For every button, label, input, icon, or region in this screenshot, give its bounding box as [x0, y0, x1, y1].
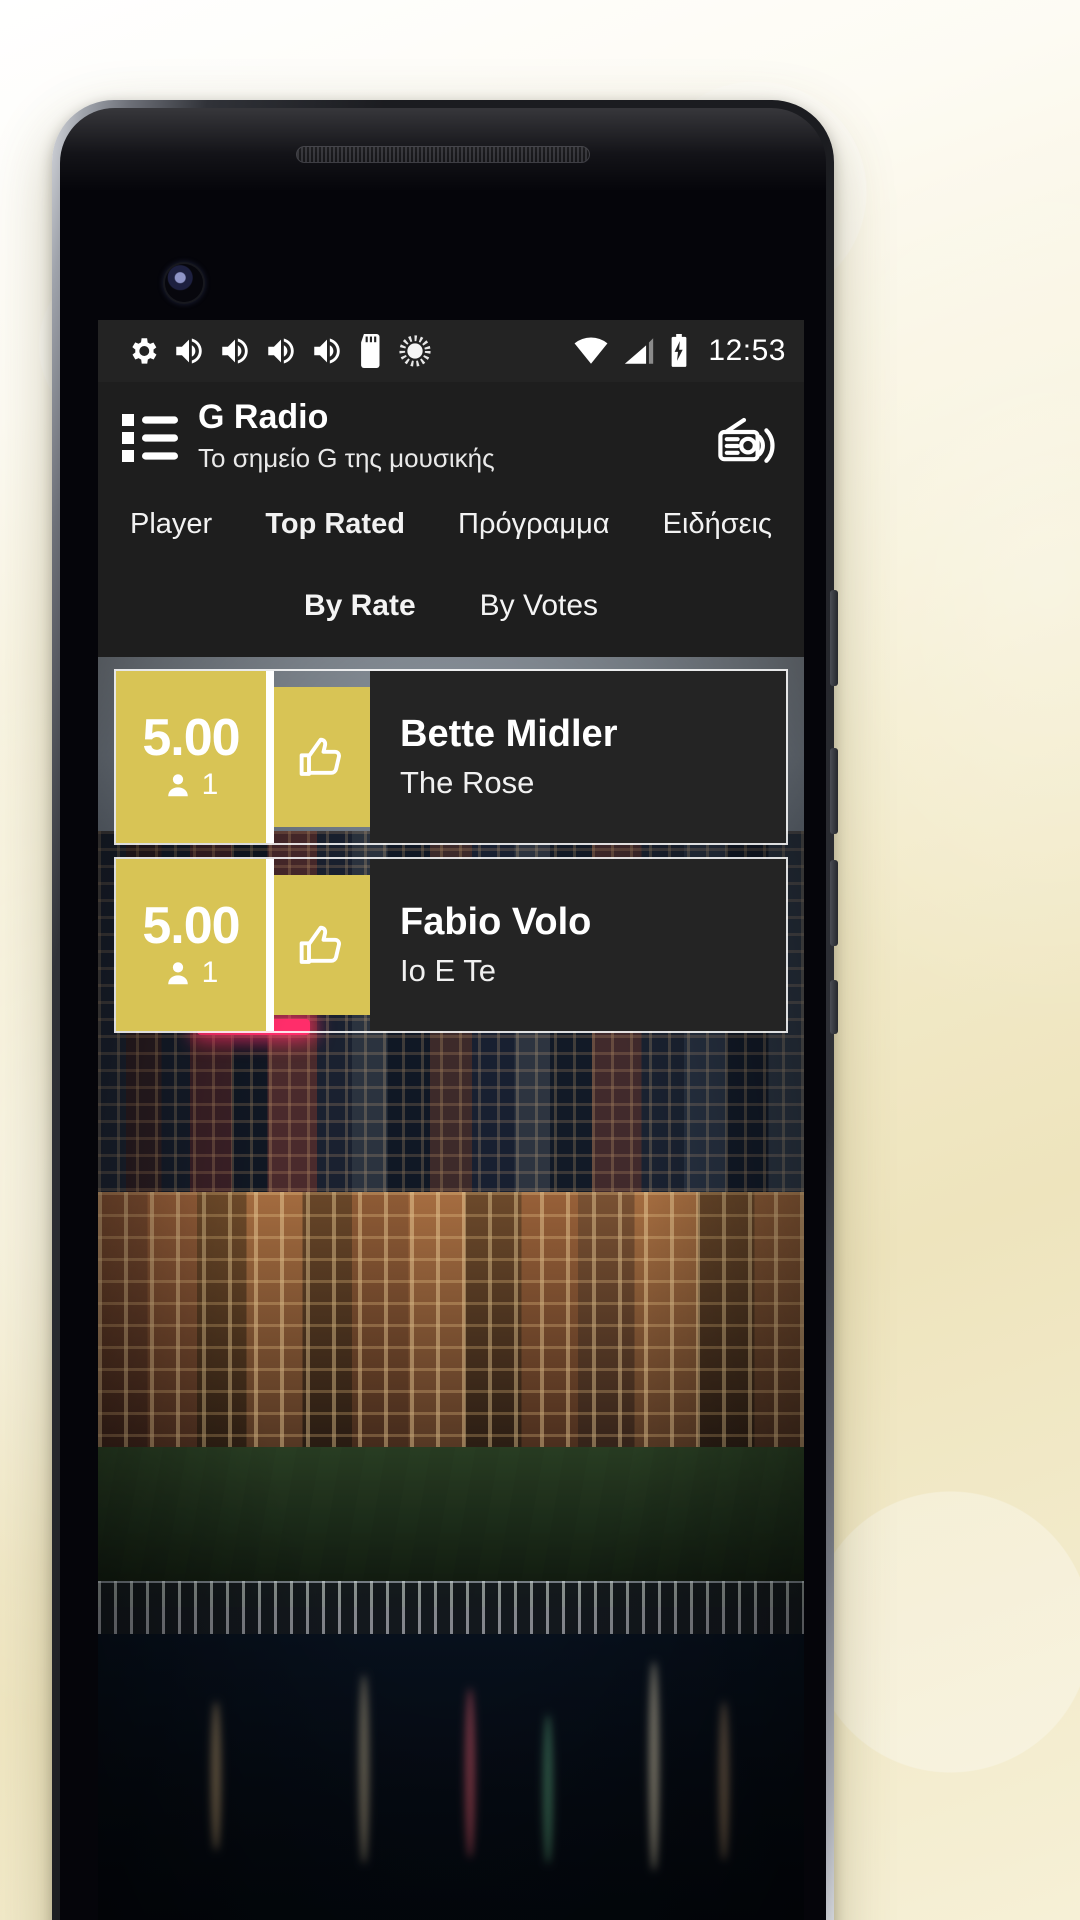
thumbs-up-icon [299, 925, 341, 965]
person-icon [167, 962, 188, 985]
list-item[interactable]: 5.00 1 [114, 857, 788, 1034]
app-title-block: G Radio Το σημείο G της μουσικής [180, 398, 716, 474]
sd-card-icon [361, 334, 380, 368]
phone-screen: 12:53 G Radio Το σημείο G της μουσικής P… [98, 320, 804, 1920]
app-title: G Radio [198, 398, 329, 436]
status-bar: 12:53 [98, 320, 804, 382]
phone-bezel: 12:53 G Radio Το σημείο G της μουσικής P… [60, 108, 826, 1920]
list-menu-icon [122, 414, 178, 462]
score-value: 5.00 [142, 897, 240, 956]
status-bar-clock: 12:53 [708, 334, 786, 367]
score-box: 5.00 1 [116, 671, 266, 844]
status-bar-left-icons [126, 334, 432, 368]
tab-programma[interactable]: Πρόγραμμα [456, 502, 612, 547]
tab-eidiseis[interactable]: Ειδήσεις [661, 502, 774, 547]
votes-group: 1 [164, 956, 219, 990]
list-item[interactable]: 5.00 1 [114, 669, 788, 846]
status-bar-right-icons: 12:53 [572, 334, 786, 368]
song-title: Io E Te [400, 953, 496, 989]
page-backdrop: 12:53 G Radio Το σημείο G της μουσικής P… [0, 0, 1080, 1920]
row-divider [266, 671, 274, 844]
sync-spinner-icon [399, 335, 431, 367]
earpiece-speaker [296, 146, 590, 163]
volume-up-button[interactable] [830, 748, 838, 834]
radio-action-button[interactable] [716, 398, 780, 473]
assistant-button[interactable] [830, 980, 838, 1034]
score-value: 5.00 [142, 709, 240, 768]
photo-reflection [542, 1714, 553, 1865]
content-area: 5.00 1 Bette Midler The Rose 5.00 1 Fabi… [98, 657, 804, 1920]
sub-tab-bar: By Rate By Votes [98, 571, 804, 658]
phone-device-frame: 12:53 G Radio Το σημείο G της μουσικής P… [52, 100, 838, 1920]
person-icon [167, 774, 188, 797]
artist-name: Fabio Volo [400, 901, 592, 944]
votes-group: 1 [164, 768, 219, 802]
song-title: The Rose [400, 765, 535, 801]
row-divider [266, 859, 274, 1032]
volume-icon [314, 338, 340, 364]
volume-down-button[interactable] [830, 860, 838, 946]
like-button[interactable] [274, 687, 370, 828]
power-button[interactable] [830, 590, 838, 686]
menu-button[interactable] [122, 398, 180, 469]
volume-icon [268, 338, 294, 364]
artist-name: Bette Midler [400, 713, 618, 756]
votes-count: 1 [201, 768, 219, 802]
battery-charging-icon [672, 334, 687, 367]
app-bar: G Radio Το σημείο G της μουσικής [98, 382, 804, 485]
like-button[interactable] [274, 875, 370, 1016]
score-box: 5.00 1 [116, 859, 266, 1032]
thumbs-up-icon [299, 737, 341, 777]
tab-top-rated[interactable]: Top Rated [263, 502, 407, 547]
photo-river [98, 1634, 804, 1920]
votes-count: 1 [201, 956, 219, 990]
cellular-signal-icon [625, 338, 654, 364]
top-rated-list: 5.00 1 Bette Midler The Rose 5.00 1 Fabi… [98, 657, 804, 1047]
subtab-by-rate[interactable]: By Rate [304, 589, 416, 623]
track-info: Bette Midler The Rose [370, 671, 786, 844]
volume-icon [176, 338, 202, 364]
screen-glare [60, 108, 826, 228]
subtab-by-votes[interactable]: By Votes [480, 589, 598, 623]
volume-icon [222, 338, 248, 364]
radio-icon [718, 417, 775, 463]
tab-player[interactable]: Player [128, 502, 214, 547]
photo-midtown-lights [98, 1192, 804, 1474]
photo-reflection [210, 1700, 221, 1851]
track-info: Fabio Volo Io E Te [370, 859, 786, 1032]
tab-bar: Player Top Rated Πρόγραμμα Ειδήσεις [98, 484, 804, 572]
front-camera [165, 264, 203, 302]
settings-gear-icon [132, 338, 157, 364]
app-subtitle: Το σημείο G της μουσικής [198, 443, 495, 474]
photo-reflection [648, 1660, 659, 1871]
wifi-icon [574, 337, 608, 364]
